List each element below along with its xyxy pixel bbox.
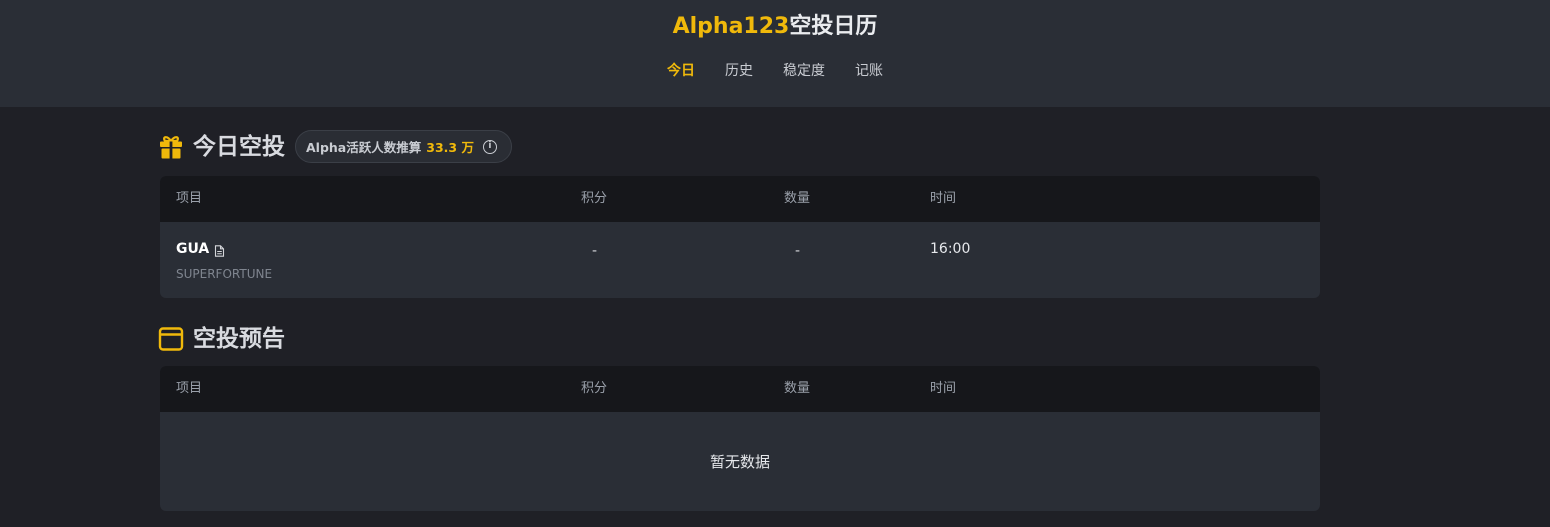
- points-value: -: [592, 243, 598, 259]
- token-name-cell: GUA: [176, 239, 225, 259]
- token-symbol: GUA: [176, 241, 210, 257]
- nav-tab-ledger[interactable]: 记账: [855, 60, 883, 82]
- today-airdrop-table: 项目 积分 数量 时间 GUA SUPERFORTUNE - - 16:00: [160, 176, 1320, 298]
- column-header-amount: 数量: [784, 381, 811, 396]
- table-header: 项目 积分 数量 时间: [160, 366, 1320, 412]
- upcoming-section-header: 空投预告: [158, 324, 285, 354]
- info-icon[interactable]: i: [482, 139, 497, 154]
- table-header: 项目 积分 数量 时间: [160, 176, 1320, 222]
- nav-tab-today[interactable]: 今日: [667, 60, 695, 82]
- site-title-brand: Alpha123: [672, 14, 790, 39]
- time-value: 16:00: [930, 241, 971, 257]
- amount-value: -: [795, 243, 801, 259]
- active-users-label: Alpha活跃人数推算: [306, 140, 422, 155]
- column-header-points: 积分: [581, 381, 608, 396]
- upcoming-section-title: 空投预告: [193, 326, 285, 352]
- column-header-project: 项目: [176, 381, 203, 396]
- empty-state-text: 暂无数据: [709, 453, 770, 471]
- token-project-name: SUPERFORTUNE: [176, 267, 273, 281]
- active-users-value: 33.3 万: [426, 140, 474, 155]
- top-header: Alpha123空投日历 今日 历史 稳定度 记账: [0, 0, 1550, 107]
- active-users-badge: Alpha活跃人数推算 33.3 万 i: [295, 130, 512, 163]
- nav-tab-history[interactable]: 历史: [725, 60, 753, 82]
- today-section-title: 今日空投: [193, 133, 285, 160]
- column-header-amount: 数量: [784, 191, 811, 206]
- empty-state: 暂无数据: [160, 412, 1320, 511]
- gift-icon: [158, 134, 184, 160]
- site-title: Alpha123空投日历: [0, 12, 1550, 42]
- column-header-points: 积分: [581, 191, 608, 206]
- site-title-text: 空投日历: [789, 14, 878, 39]
- calendar-icon: [158, 326, 184, 352]
- document-icon[interactable]: [214, 243, 225, 257]
- nav-tab-stability[interactable]: 稳定度: [783, 60, 825, 82]
- column-header-project: 项目: [176, 191, 203, 206]
- main-nav: 今日 历史 稳定度 记账: [0, 60, 1550, 82]
- column-header-time: 时间: [930, 381, 957, 396]
- today-section-header: 今日空投 Alpha活跃人数推算 33.3 万 i: [158, 130, 512, 163]
- table-row[interactable]: GUA SUPERFORTUNE - - 16:00: [160, 222, 1320, 298]
- column-header-time: 时间: [930, 191, 957, 206]
- upcoming-airdrop-table: 项目 积分 数量 时间 暂无数据: [160, 366, 1320, 511]
